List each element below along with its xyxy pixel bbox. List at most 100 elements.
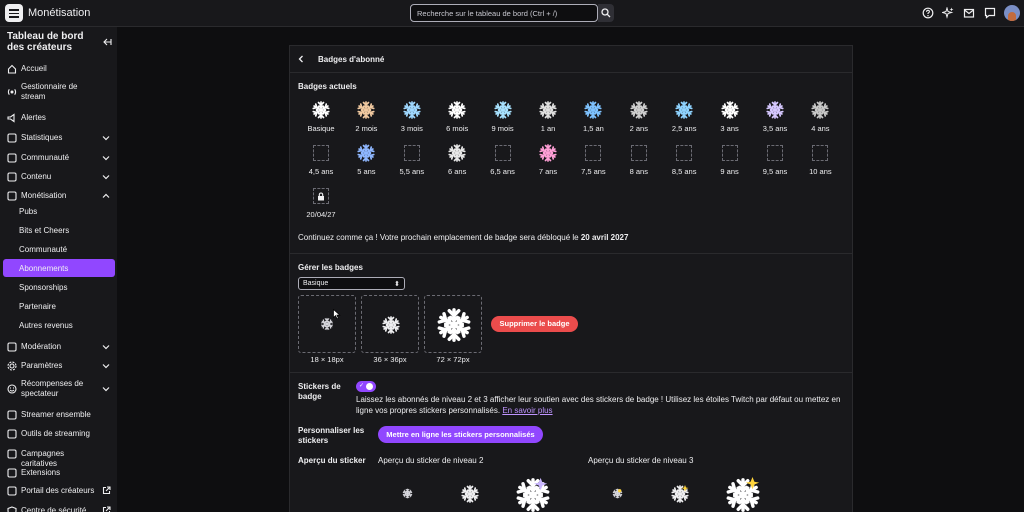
sidebar-item-stream-manager[interactable]: Gestionnaire de stream: [0, 81, 117, 103]
sidebar-item-safety-center[interactable]: Centre de sécurité: [0, 504, 117, 512]
tier3-sticker-preview-large: [724, 476, 762, 512]
chevron-down-icon[interactable]: [102, 173, 110, 181]
subscriber-badges-panel: Badges d'abonné Badges actuels Basique 2 …: [289, 45, 853, 512]
snowflake-icon: [356, 100, 376, 120]
stickers-toggle[interactable]: ✓: [356, 381, 376, 392]
sidebar-subitem-label: Bits et Cheers: [19, 226, 70, 235]
empty-badge-slot: [494, 145, 511, 161]
help-icon[interactable]: [922, 7, 934, 19]
collapse-sidebar-icon[interactable]: [102, 37, 112, 47]
badge-slot[interactable]: 3,5 ans: [752, 100, 798, 133]
sidebar-item-moderation[interactable]: Modération: [0, 340, 117, 354]
badge-slot[interactable]: 2,5 ans: [661, 100, 707, 133]
search-input[interactable]: Recherche sur le tableau de bord (Ctrl +…: [410, 4, 598, 22]
badge-label: 7,5 ans: [581, 167, 606, 176]
panel-header: Badges d'abonné: [290, 46, 852, 73]
badge-slot[interactable]: 5 ans: [343, 143, 389, 176]
sidebar-subitem-sponsorships[interactable]: Sponsorships: [3, 278, 115, 296]
sidebar-item-home[interactable]: Accueil: [0, 62, 117, 76]
badge-slot[interactable]: 3 mois: [389, 100, 435, 133]
badge-slot[interactable]: 2 mois: [343, 100, 389, 133]
delete-badge-button[interactable]: Supprimer le badge: [491, 316, 578, 332]
back-arrow-icon[interactable]: [297, 55, 305, 63]
whispers-icon[interactable]: [984, 7, 996, 19]
chevron-up-icon[interactable]: [102, 192, 110, 200]
chevron-down-icon[interactable]: [102, 134, 110, 142]
badge-stickers-heading: Stickers de badge: [298, 382, 341, 401]
locked-badge-slot: [313, 188, 329, 204]
badge-slot[interactable]: 9,5 ans: [752, 143, 798, 176]
sparkle-icon[interactable]: [942, 7, 954, 19]
tier2-preview-label: Aperçu du sticker de niveau 2: [378, 456, 484, 465]
badge-slot[interactable]: 7 ans: [525, 143, 571, 176]
empty-badge-slot: [585, 145, 602, 161]
chevron-down-icon[interactable]: [102, 385, 110, 393]
badge-slot[interactable]: 6 mois: [434, 100, 480, 133]
badge-slot[interactable]: 3 ans: [707, 100, 753, 133]
badge-preview-18[interactable]: [298, 295, 356, 353]
badge-slot[interactable]: 8 ans: [616, 143, 662, 176]
sidebar-item-monetization[interactable]: Monétisation: [0, 189, 117, 203]
badge-label: 3,5 ans: [762, 124, 788, 133]
badge-slot[interactable]: 4 ans: [797, 100, 843, 133]
sidebar-item-content[interactable]: Contenu: [0, 170, 117, 184]
badge-label: Basique: [307, 124, 335, 133]
badge-preview-72[interactable]: [424, 295, 482, 353]
top-bar: Monétisation Recherche sur le tableau de…: [0, 0, 1024, 27]
tier2-sticker-preview-small: [402, 488, 413, 499]
badge-select-value: Basique: [303, 280, 329, 287]
gear-icon: [7, 361, 17, 371]
badge-slot[interactable]: Basique: [298, 100, 344, 133]
badge-slot[interactable]: 6,5 ans: [480, 143, 526, 176]
badge-label: 6 ans: [448, 167, 467, 176]
badge-preview-36[interactable]: [361, 295, 419, 353]
sidebar-item-label: Statistiques: [21, 133, 63, 142]
badge-slot[interactable]: 8,5 ans: [661, 143, 707, 176]
sidebar-item-streaming-tools[interactable]: Outils de streaming: [0, 427, 117, 441]
sidebar-item-extensions[interactable]: Extensions: [0, 466, 117, 480]
sidebar-subitem-other-revenue[interactable]: Autres revenus: [3, 316, 115, 334]
avatar[interactable]: [1004, 5, 1020, 21]
sidebar-item-alerts[interactable]: Alertes: [0, 111, 117, 125]
search-button[interactable]: [598, 4, 614, 22]
sidebar-subitem-label: Abonnements: [19, 264, 69, 273]
next-slot-text: Continuez comme ça ! Votre prochain empl…: [298, 233, 579, 242]
sidebar-subitem-bits-and-cheers[interactable]: Bits et Cheers: [3, 221, 115, 239]
sword-icon: [7, 342, 17, 352]
sidebar-subitem-ads[interactable]: Pubs: [3, 202, 115, 220]
badge-slot[interactable]: 20/04/27: [298, 186, 344, 219]
sidebar-subitem-subscriptions[interactable]: Abonnements: [3, 259, 115, 277]
badge-slot[interactable]: 1 an: [525, 100, 571, 133]
sidebar-subitem-partner[interactable]: Partenaire: [3, 297, 115, 315]
badge-slot[interactable]: 6 ans: [434, 143, 480, 176]
badge-slot[interactable]: 7,5 ans: [570, 143, 616, 176]
badge-slot[interactable]: 10 ans: [797, 143, 843, 176]
badge-slot[interactable]: 4,5 ans: [298, 143, 344, 176]
badge-slot[interactable]: 1,5 an: [570, 100, 616, 133]
sidebar-item-viewer-rewards[interactable]: Récompenses de spectateur: [0, 378, 117, 400]
badge-label: 2 mois: [355, 124, 378, 133]
badge-slot[interactable]: 9 ans: [707, 143, 753, 176]
menu-icon[interactable]: [5, 4, 23, 22]
inbox-icon[interactable]: [963, 7, 975, 19]
sidebar-item-settings[interactable]: Paramètres: [0, 359, 117, 373]
sidebar-subitem-community[interactable]: Communauté: [3, 240, 115, 258]
badge-slot[interactable]: 9 mois: [480, 100, 526, 133]
chevron-down-icon[interactable]: [102, 154, 110, 162]
sidebar-item-community[interactable]: Communauté: [0, 151, 117, 165]
chevron-down-icon[interactable]: [102, 362, 110, 370]
badge-slot[interactable]: 5,5 ans: [389, 143, 435, 176]
sidebar-item-stream-together[interactable]: Streamer ensemble: [0, 408, 117, 422]
learn-more-link[interactable]: En savoir plus: [502, 406, 552, 415]
chevron-down-icon[interactable]: [102, 343, 110, 351]
empty-badge-slot: [676, 145, 693, 161]
empty-badge-slot: [313, 145, 329, 161]
sidebar-item-statistics[interactable]: Statistiques: [0, 131, 117, 145]
badge-label: 9,5 ans: [762, 167, 788, 176]
badge-slot[interactable]: 2 ans: [616, 100, 662, 133]
snowflake-icon: [583, 100, 603, 120]
sidebar-item-creator-portal[interactable]: Portail des créateurs: [0, 484, 117, 498]
sidebar-item-charity-campaigns[interactable]: Campagnes caritatives: [0, 447, 117, 468]
badge-select[interactable]: Basique ⬍: [298, 277, 405, 290]
upload-stickers-button[interactable]: Mettre en ligne les stickers personnalis…: [378, 426, 543, 443]
